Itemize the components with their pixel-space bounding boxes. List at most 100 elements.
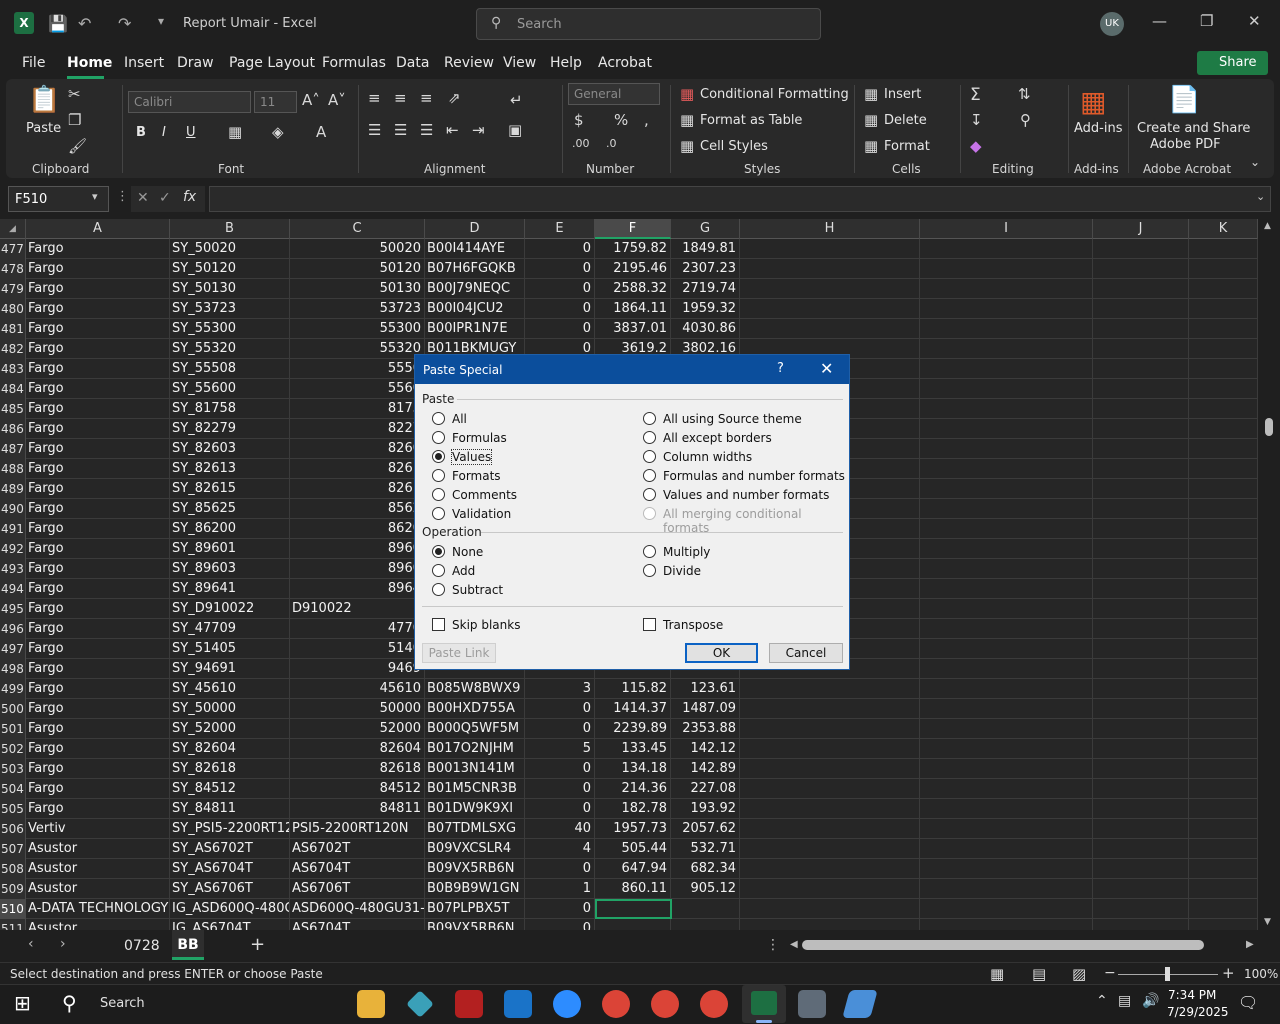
align-center-icon[interactable]: ☰ xyxy=(394,121,407,139)
cell-c[interactable]: 8562 xyxy=(290,499,425,519)
cell-empty[interactable] xyxy=(1093,439,1189,459)
cell-e[interactable]: 0 xyxy=(525,299,595,319)
cell-b[interactable]: SY_PSI5-2200RT120 xyxy=(170,819,290,839)
taskbar-search-label[interactable]: Search xyxy=(100,996,145,1011)
cell-g[interactable]: 123.61 xyxy=(671,679,740,699)
cell-e[interactable]: 0 xyxy=(525,259,595,279)
excel-taskbar-icon[interactable] xyxy=(742,985,786,1023)
cell-empty[interactable] xyxy=(1189,299,1258,319)
option-all-label[interactable]: All xyxy=(452,412,467,426)
cell-c[interactable]: 55320 xyxy=(290,339,425,359)
cell-f[interactable]: 2195.46 xyxy=(595,259,671,279)
cell-f[interactable]: 115.82 xyxy=(595,679,671,699)
increase-font-icon[interactable]: A˄ xyxy=(302,91,320,109)
cell-empty[interactable] xyxy=(1093,659,1189,679)
zoom-out-icon[interactable]: − xyxy=(1104,965,1116,981)
row-header[interactable]: 487 xyxy=(0,439,26,459)
skip-blanks-label[interactable]: Skip blanks xyxy=(452,618,520,632)
cell-empty[interactable] xyxy=(740,879,920,899)
cell-empty[interactable] xyxy=(1093,619,1189,639)
cell-b[interactable]: SY_55300 xyxy=(170,319,290,339)
cell-empty[interactable] xyxy=(920,579,1093,599)
cell-d[interactable]: B085W8BWX9 xyxy=(425,679,525,699)
cell-empty[interactable] xyxy=(740,719,920,739)
cell-g[interactable]: 682.34 xyxy=(671,859,740,879)
menu-page-layout[interactable]: Page Layout xyxy=(229,55,315,71)
format-painter-icon[interactable]: 🖌 xyxy=(68,137,87,155)
cell-empty[interactable] xyxy=(1189,359,1258,379)
cell-g[interactable]: 2307.23 xyxy=(671,259,740,279)
row-header[interactable]: 479 xyxy=(0,279,26,299)
row-header[interactable]: 503 xyxy=(0,759,26,779)
cell-empty[interactable] xyxy=(1189,819,1258,839)
cell-a[interactable]: Asustor xyxy=(26,919,170,930)
cell-empty[interactable] xyxy=(740,739,920,759)
cell-b[interactable]: SY_55508 xyxy=(170,359,290,379)
cell-empty[interactable] xyxy=(1093,779,1189,799)
cell-empty[interactable] xyxy=(1189,559,1258,579)
search-box[interactable]: ⚲ Search xyxy=(476,8,821,40)
cell-c[interactable]: 84512 xyxy=(290,779,425,799)
cell-empty[interactable] xyxy=(920,599,1093,619)
cell-f[interactable]: 182.78 xyxy=(595,799,671,819)
cell-empty[interactable] xyxy=(740,859,920,879)
cell-d[interactable]: B07PLPBX5T xyxy=(425,899,525,919)
cell-styles-button[interactable]: Cell Styles xyxy=(700,139,768,154)
cell-g[interactable]: 227.08 xyxy=(671,779,740,799)
cell-empty[interactable] xyxy=(920,719,1093,739)
cell-e[interactable]: 0 xyxy=(525,859,595,879)
cell-b[interactable]: SY_AS6706T xyxy=(170,879,290,899)
cell-d[interactable]: B01M5CNR3B xyxy=(425,779,525,799)
cell-g[interactable]: 1959.32 xyxy=(671,299,740,319)
cell-c[interactable]: 55300 xyxy=(290,319,425,339)
confirm-entry-icon[interactable]: ✓ xyxy=(159,190,171,206)
cell-d[interactable]: B017O2NJHM xyxy=(425,739,525,759)
cell-empty[interactable] xyxy=(1189,879,1258,899)
ok-button[interactable]: OK xyxy=(685,643,758,663)
cell-a[interactable]: Fargo xyxy=(26,699,170,719)
cell-b[interactable]: SY_AS6704T xyxy=(170,859,290,879)
cell-c[interactable]: 8227 xyxy=(290,419,425,439)
addins-icon[interactable]: ▦ xyxy=(1080,85,1106,118)
cell-c[interactable]: 52000 xyxy=(290,719,425,739)
cell-empty[interactable] xyxy=(1093,259,1189,279)
cell-empty[interactable] xyxy=(740,319,920,339)
cell-b[interactable]: SY_47709 xyxy=(170,619,290,639)
zoom-slider-thumb[interactable] xyxy=(1165,967,1170,981)
cell-a[interactable]: Fargo xyxy=(26,619,170,639)
decrease-indent-icon[interactable]: ⇤ xyxy=(446,121,459,139)
cell-empty[interactable] xyxy=(1189,899,1258,919)
cell-empty[interactable] xyxy=(920,319,1093,339)
cell-b[interactable]: SY_86200 xyxy=(170,519,290,539)
cell-empty[interactable] xyxy=(920,539,1093,559)
cell-a[interactable]: Fargo xyxy=(26,479,170,499)
cell-c[interactable]: ASD600Q-480GU31-CE xyxy=(290,899,425,919)
filezilla-icon[interactable] xyxy=(455,990,483,1018)
scroll-right-icon[interactable]: ▶ xyxy=(1246,939,1254,950)
cell-a[interactable]: Fargo xyxy=(26,719,170,739)
row-header[interactable]: 490 xyxy=(0,499,26,519)
cell-empty[interactable] xyxy=(1189,339,1258,359)
cell-b[interactable]: SY_55320 xyxy=(170,339,290,359)
cell-empty[interactable] xyxy=(1189,719,1258,739)
row-header[interactable]: 506 xyxy=(0,819,26,839)
row-header[interactable]: 478 xyxy=(0,259,26,279)
skip-blanks-checkbox[interactable] xyxy=(432,618,445,631)
cell-a[interactable]: Fargo xyxy=(26,739,170,759)
cancel-button[interactable]: Cancel xyxy=(769,643,843,663)
cell-empty[interactable] xyxy=(1189,319,1258,339)
cell-empty[interactable] xyxy=(1093,599,1189,619)
cell-a[interactable]: Fargo xyxy=(26,579,170,599)
menu-home[interactable]: Home xyxy=(67,55,112,71)
cell-empty[interactable] xyxy=(1189,259,1258,279)
align-right-icon[interactable]: ☰ xyxy=(420,121,433,139)
cell-empty[interactable] xyxy=(920,779,1093,799)
cell-c[interactable]: 82618 xyxy=(290,759,425,779)
radio-all-using-source-theme[interactable] xyxy=(643,412,656,425)
row-header[interactable]: 494 xyxy=(0,579,26,599)
cell-empty[interactable] xyxy=(1189,859,1258,879)
scroll-down-icon[interactable]: ▼ xyxy=(1264,917,1271,927)
cell-empty[interactable] xyxy=(1093,539,1189,559)
cell-empty[interactable] xyxy=(1093,919,1189,930)
cell-d[interactable]: B00J79NEQC xyxy=(425,279,525,299)
